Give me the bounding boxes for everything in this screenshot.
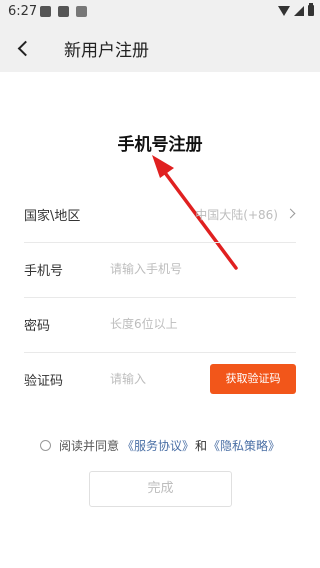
registration-form: 国家\地区 中国大陆(+86) 手机号 密码 验证码 获取验证码 (24, 188, 296, 407)
code-label: 验证码 (24, 374, 64, 389)
region-value: 中国大陆(+86) (195, 208, 278, 222)
chevron-right-icon (285, 208, 296, 219)
privacy-policy-link[interactable]: 《隐私策略》 (208, 437, 280, 454)
wifi-icon (278, 5, 290, 16)
password-input[interactable] (110, 313, 220, 335)
phone-row: 手机号 (24, 243, 296, 298)
app-header: 新用户注册 (0, 24, 320, 72)
agreement-conjunction: 和 (195, 438, 208, 453)
service-agreement-link[interactable]: 《服务协议》 (122, 437, 194, 454)
notification-icon (76, 6, 87, 17)
notification-icon (58, 6, 69, 17)
agree-radio[interactable] (40, 439, 51, 451)
battery-icon (308, 3, 314, 16)
status-icons (278, 3, 314, 16)
done-button[interactable]: 完成 (89, 471, 232, 507)
agreement-prefix: 阅读并同意 (59, 438, 120, 453)
page-title: 手机号注册 (117, 135, 203, 155)
region-row[interactable]: 国家\地区 中国大陆(+86) (24, 188, 296, 243)
password-label: 密码 (24, 319, 51, 334)
header-title: 新用户注册 (64, 41, 149, 61)
agreement-row: 阅读并同意 《服务协议》 和 《隐私策略》 (40, 436, 280, 454)
password-row: 密码 (24, 298, 296, 353)
back-arrow-icon[interactable] (12, 36, 36, 60)
signal-icon (294, 5, 304, 16)
code-input[interactable] (110, 368, 220, 390)
status-time: 6:27 (8, 4, 38, 19)
notification-icon (40, 6, 51, 17)
get-code-button[interactable]: 获取验证码 (210, 364, 296, 394)
code-row: 验证码 获取验证码 (24, 353, 296, 407)
region-label: 国家\地区 (24, 209, 81, 224)
status-bar: 6:27 (0, 0, 320, 24)
phone-input[interactable] (110, 258, 220, 280)
phone-label: 手机号 (24, 264, 64, 279)
